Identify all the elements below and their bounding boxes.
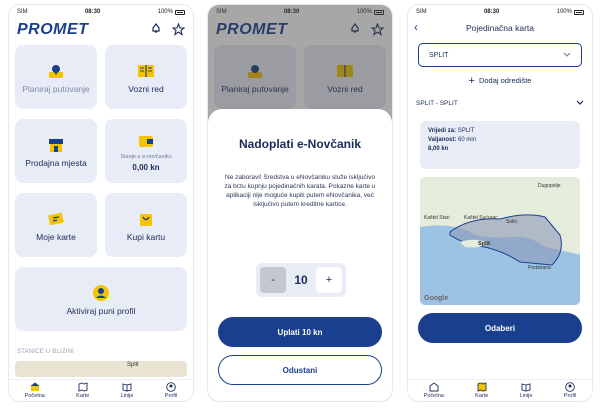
status-bar: SIM 08:30 100% [9, 5, 193, 19]
select-value: SPLIT [429, 51, 449, 59]
shop-icon [49, 138, 63, 152]
valid-for-value: SPLIT [457, 128, 475, 134]
chevron-down-icon [576, 100, 584, 105]
route-header[interactable]: SPLIT - SPLIT [416, 97, 584, 109]
map-label-solin: Solin [506, 219, 518, 225]
google-logo: Google [424, 295, 449, 302]
book-icon [122, 383, 132, 392]
tile-buy-ticket[interactable]: Kupi kartu [105, 193, 187, 257]
tab-bar: Početna Karte Linije Profil [408, 379, 592, 401]
zone-select[interactable]: SPLIT [418, 43, 582, 67]
map-label-split: Split [478, 241, 490, 247]
tab-profile[interactable]: Profil [165, 382, 177, 399]
battery-icon [174, 9, 185, 15]
battery-icon [573, 9, 584, 15]
app-showcase: SIM 08:30 100% PROMET Planiraj putovanje… [0, 0, 600, 408]
route-label: SPLIT - SPLIT [416, 99, 458, 107]
sheet-message: Ne zaboravi! Sredstva u eNovčaniku služe… [224, 174, 376, 208]
zone-map[interactable]: Dugopolje Kaštel Stari Kaštel Sućurac So… [420, 177, 580, 305]
page-title: Pojedinačna karta [465, 23, 535, 33]
home-icon [30, 382, 40, 391]
clock: 08:30 [483, 9, 500, 15]
map-icon [78, 382, 88, 392]
clock: 08:30 [84, 9, 101, 15]
wallet-icon [139, 135, 153, 147]
validity-label: Valjanost: [428, 137, 457, 143]
map-icon [477, 382, 487, 392]
sheet-title: Nadoplati e-Novčanik [238, 137, 362, 151]
tile-label: Prodajna mjesta [25, 157, 87, 168]
tile-activate-profile[interactable]: Aktiviraj puni profil [15, 267, 187, 331]
map-graphic [420, 177, 580, 305]
tile-my-cards[interactable]: Moje karte [15, 193, 97, 257]
tab-bar: Početna Karte Linije Profil [9, 379, 193, 401]
tile-wallet[interactable]: Stanje u e-novčaniku 0,00 kn [105, 119, 187, 183]
favorites-star-icon[interactable] [171, 22, 185, 36]
amount-stepper: - 10 + [256, 263, 346, 297]
tab-home[interactable]: Početna [424, 382, 444, 399]
ticket-info-card: Vrijedi za: SPLIT Valjanost: 60 min 8,00… [420, 121, 580, 169]
tab-profile[interactable]: Profil [564, 382, 576, 399]
book-icon [138, 64, 154, 77]
phone-home: SIM 08:30 100% PROMET Planiraj putovanje… [8, 4, 194, 402]
tab-lines[interactable]: Linije [520, 382, 532, 399]
decrease-button[interactable]: - [260, 267, 286, 293]
promet-logo: PROMET [17, 21, 89, 38]
tile-label: Planiraj putovanje [22, 83, 90, 94]
choose-button[interactable]: Odaberi [418, 313, 582, 343]
tile-label: Aktiviraj puni profil [66, 305, 136, 316]
amount-value: 10 [294, 273, 308, 287]
wallet-balance: 0,00 kn [132, 162, 160, 172]
tile-label: Vozni red [128, 83, 164, 94]
nearby-map-preview[interactable]: Split [15, 361, 187, 377]
map-city-label: Split [127, 362, 139, 368]
battery-level: 100% [157, 9, 173, 15]
book-icon [521, 383, 531, 392]
chevron-down-icon [563, 52, 571, 57]
phone-single-ticket: SIM 08:30 100% ‹ Pojedinačna karta SPLIT… [407, 4, 593, 402]
bag-icon [140, 213, 152, 226]
add-destination-button[interactable]: + Dodaj odredište [408, 75, 592, 87]
tile-sales-points[interactable]: Prodajna mjesta [15, 119, 97, 183]
valid-for-label: Vrijedi za: [428, 128, 457, 134]
user-icon [565, 382, 575, 392]
map-label-dugopolje: Dugopolje [538, 183, 561, 189]
ticket-icon [48, 212, 64, 225]
cancel-button[interactable]: Odustani [218, 355, 382, 385]
pay-button[interactable]: Uplati 10 kn [218, 317, 382, 347]
tile-timetable[interactable]: Vozni red [105, 45, 187, 109]
home-icon [429, 382, 439, 392]
profile-icon [93, 284, 109, 301]
carrier: SIM [416, 9, 427, 15]
topup-sheet: Nadoplati e-Novčanik Ne zaboravi! Sredst… [208, 109, 392, 401]
wallet-caption: Stanje u e-novčaniku [120, 153, 172, 160]
tab-lines[interactable]: Linije [121, 382, 133, 399]
notifications-icon[interactable] [149, 22, 163, 36]
map-label-podstrana: Podstrana [528, 265, 551, 271]
map-label-kastel-sucurac: Kaštel Sućurac [464, 215, 498, 221]
tab-home[interactable]: Početna [25, 382, 45, 399]
nearby-stations-heading: STANICE U BLIZINI [17, 349, 74, 355]
tile-label: Moje karte [36, 231, 76, 242]
battery-level: 100% [556, 9, 572, 15]
ticket-price: 8,00 kn [428, 146, 449, 152]
plus-icon: + [468, 75, 475, 87]
increase-button[interactable]: + [315, 267, 342, 293]
carrier: SIM [17, 9, 28, 15]
validity-value: 60 min [458, 137, 477, 143]
map-label-kastel-stari: Kaštel Stari [424, 215, 450, 221]
user-icon [166, 382, 176, 392]
tile-label: Kupi kartu [126, 231, 166, 242]
tab-maps[interactable]: Karte [76, 382, 89, 399]
map-pin-icon [49, 64, 63, 78]
tile-plan-trip[interactable]: Planiraj putovanje [15, 45, 97, 109]
status-bar: SIM 08:30 100% [408, 5, 592, 19]
tab-maps[interactable]: Karte [475, 382, 488, 399]
phone-topup: SIM 08:30 100% PROMET Planiraj putovanje… [207, 4, 393, 402]
